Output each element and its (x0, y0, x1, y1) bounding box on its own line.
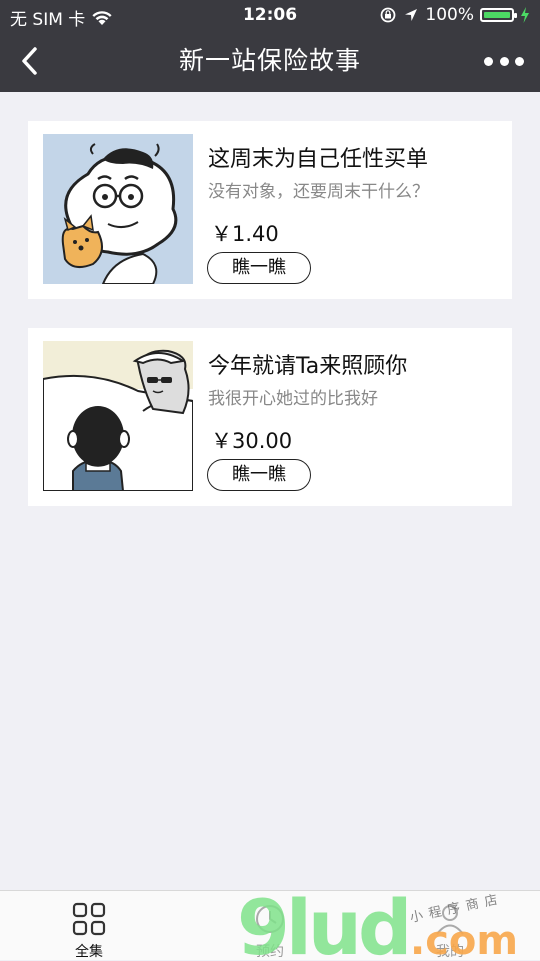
page-title: 新一站保险故事 (178, 46, 361, 75)
story-title: 这周末为自己任性买单 (208, 147, 429, 172)
clock-icon (256, 905, 284, 933)
more-dot-icon (484, 56, 493, 66)
story-thumbnail (43, 134, 193, 284)
story-title: 今年就请Ta来照顾你 (208, 354, 408, 379)
more-dot-icon (515, 56, 524, 66)
tab-collection[interactable]: 全集 (29, 891, 149, 961)
tab-label: 我的 (436, 944, 464, 960)
user-icon (436, 905, 464, 935)
cartoon-boy-with-dog-illustration (43, 134, 193, 284)
view-button[interactable]: 瞧一瞧 (207, 252, 311, 284)
story-subtitle: 没有对象，还要周末干什么？ (208, 182, 429, 202)
more-menu-button[interactable] (484, 52, 524, 70)
tab-label: 全集 (75, 944, 103, 960)
charging-bolt-icon (521, 7, 529, 23)
story-card[interactable]: 今年就请Ta来照顾你 我很开心她过的比我好 ￥30.00 瞧一瞧 (28, 328, 512, 506)
tab-booking[interactable]: 预约 (210, 891, 330, 961)
status-right: 100% (379, 5, 530, 25)
grid-icon (72, 902, 106, 936)
cartoon-couple-in-car-illustration (43, 341, 193, 491)
tab-label: 预约 (256, 944, 284, 960)
nav-bar: 新一站保险故事 (0, 30, 540, 92)
story-price: ￥1.40 (211, 222, 279, 246)
rotation-lock-icon (380, 7, 396, 23)
tab-bar: 全集 预约 我的 (0, 890, 540, 960)
more-dot-icon (499, 56, 509, 66)
status-bar: 无 SIM 卡 12:06 100% (0, 0, 540, 30)
battery-icon (480, 8, 517, 22)
story-subtitle: 我很开心她过的比我好 (208, 389, 378, 409)
story-card[interactable]: 这周末为自己任性买单 没有对象，还要周末干什么？ ￥1.40 瞧一瞧 (28, 121, 512, 299)
battery-percent: 100% (425, 5, 474, 25)
tab-profile[interactable]: 我的 (390, 891, 510, 961)
view-button[interactable]: 瞧一瞧 (207, 459, 311, 491)
story-thumbnail (43, 341, 193, 491)
location-arrow-icon (405, 9, 418, 21)
story-price: ￥30.00 (211, 429, 293, 453)
